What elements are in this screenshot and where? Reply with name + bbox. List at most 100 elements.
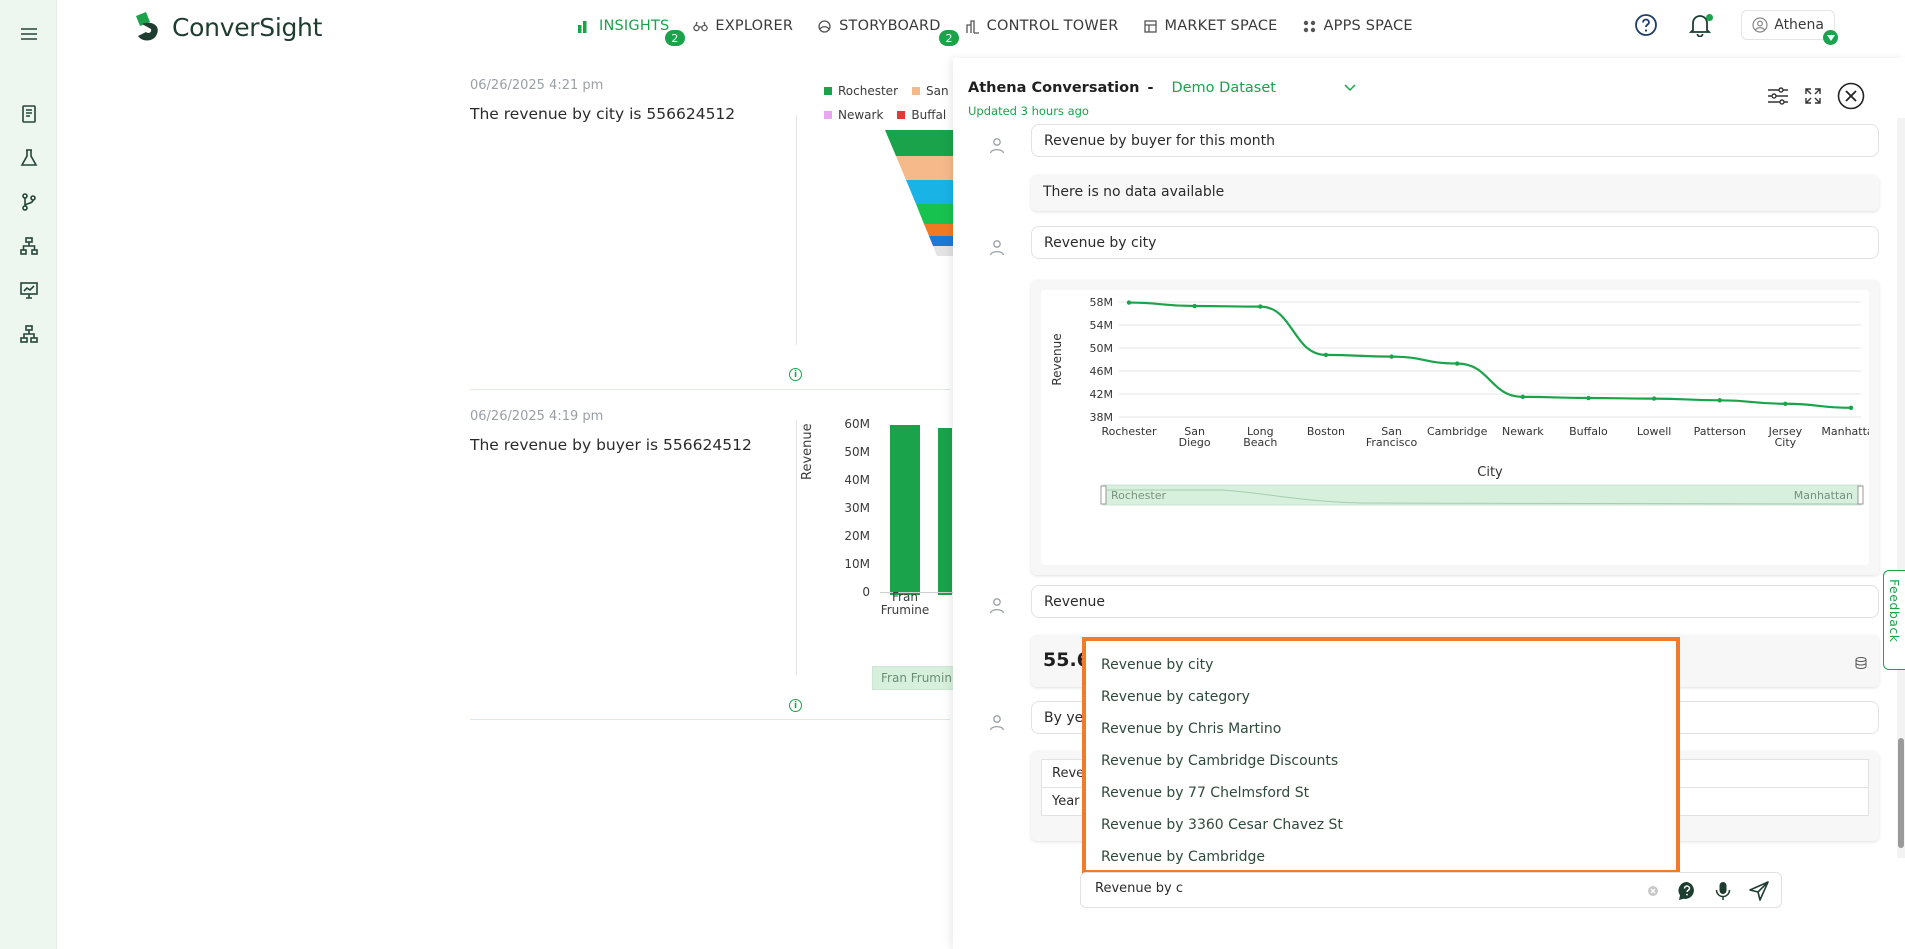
data-point[interactable] — [1454, 361, 1460, 366]
suggestion-item[interactable]: Revenue by city — [1086, 649, 1676, 681]
hierarchy-icon[interactable] — [18, 235, 40, 257]
legend-item[interactable]: Buffal — [897, 108, 946, 122]
report-icon[interactable] — [18, 103, 40, 125]
range-start-label: Rochester — [1111, 489, 1166, 502]
y-tick-label: 58M — [1090, 296, 1114, 309]
send-icon[interactable] — [1749, 881, 1769, 901]
funnel-segment[interactable] — [906, 180, 955, 204]
data-point[interactable] — [1192, 303, 1197, 309]
chevron-down-icon[interactable] — [1823, 30, 1838, 45]
data-point[interactable] — [1651, 396, 1657, 401]
buyer-bar-chart: Revenue 60M 50M 40M 30M 20M 10M 0 Fran F… — [800, 410, 1030, 630]
chevron-down-icon[interactable] — [1344, 84, 1356, 92]
user-name: Athena — [1774, 17, 1824, 33]
presentation-icon[interactable] — [18, 279, 40, 301]
x-tick-label: Manhattan — [1821, 425, 1869, 438]
logo[interactable]: ConverSight — [132, 12, 322, 42]
data-point[interactable] — [1323, 352, 1329, 358]
y-axis-ticks: 60M 50M 40M 30M 20M 10M 0 — [844, 417, 870, 599]
database-icon[interactable] — [1855, 657, 1867, 669]
y-axis-label: Revenue — [800, 423, 815, 480]
chart-range-scroller[interactable]: Fran Frumin — [872, 666, 954, 690]
data-point[interactable] — [1126, 300, 1132, 305]
nav-apps-space-label: APPS SPACE — [1323, 18, 1413, 34]
user-message[interactable]: Revenue — [1031, 585, 1879, 618]
data-point[interactable] — [1586, 395, 1591, 401]
data-point[interactable] — [1717, 398, 1722, 403]
funnel-segment[interactable] — [896, 156, 955, 180]
suggestion-item[interactable]: Revenue by 3360 Cesar Chavez St — [1086, 809, 1676, 841]
nav-market-space[interactable]: MARKET SPACE — [1143, 18, 1278, 34]
x-tick-label: San Francisco — [1366, 425, 1418, 449]
notification-dot — [1706, 14, 1714, 21]
nav-control-tower[interactable]: CONTROL TOWER — [965, 18, 1119, 34]
funnel-segment[interactable] — [929, 236, 955, 246]
user-message[interactable]: Revenue by buyer for this month — [1031, 124, 1879, 157]
suggestion-item[interactable]: Revenue by 77 Chelmsford St — [1086, 777, 1676, 809]
y-tick-label: 38M — [1090, 411, 1114, 424]
funnel-segment[interactable] — [885, 130, 955, 156]
funnel-segment[interactable] — [933, 246, 955, 256]
question-bubble-icon[interactable] — [1677, 881, 1697, 901]
legend-item[interactable]: Rochester — [824, 84, 898, 98]
network-icon[interactable] — [18, 323, 40, 345]
bar[interactable] — [890, 425, 920, 595]
info-icon[interactable]: i — [789, 699, 802, 712]
data-point[interactable] — [1258, 304, 1263, 309]
suggestion-item[interactable]: Revenue by Cambridge — [1086, 841, 1676, 873]
legend-item[interactable]: San — [912, 84, 949, 98]
chat-input[interactable] — [1095, 881, 1635, 896]
menu-icon[interactable] — [18, 23, 40, 45]
clear-icon[interactable] — [1647, 885, 1659, 897]
data-point[interactable] — [1520, 394, 1526, 400]
nav-insights[interactable]: INSIGHTS 2 — [577, 18, 685, 46]
user-message[interactable]: Revenue by city — [1031, 226, 1879, 259]
suggestion-item[interactable]: Revenue by Chris Martino — [1086, 713, 1676, 745]
microphone-icon[interactable] — [1715, 881, 1731, 901]
bar[interactable] — [938, 428, 952, 595]
expand-icon[interactable] — [1805, 88, 1821, 104]
panel-scrollbar[interactable] — [1897, 118, 1905, 858]
x-tick-label: Newark — [1502, 425, 1544, 438]
range-end-label: Manhattan — [1794, 489, 1853, 502]
info-icon[interactable]: i — [789, 368, 802, 381]
binoculars-icon — [693, 21, 709, 31]
scrollbar-thumb[interactable] — [1898, 738, 1904, 848]
feedback-tab[interactable]: Feedback — [1883, 570, 1905, 670]
user-avatar — [988, 713, 1006, 731]
legend-item[interactable]: Newark — [824, 108, 883, 122]
notifications-button[interactable] — [1687, 12, 1714, 38]
range-handle-right[interactable] — [1857, 485, 1864, 505]
nav-explorer[interactable]: EXPLORER — [693, 18, 793, 34]
funnel-chart — [885, 130, 955, 256]
suggestion-item[interactable]: Revenue by category — [1086, 681, 1676, 713]
help-button[interactable] — [1633, 12, 1659, 38]
user-menu[interactable]: Athena — [1741, 10, 1838, 45]
branch-icon[interactable] — [18, 191, 40, 213]
input-tools — [1647, 881, 1769, 901]
nav-market-space-label: MARKET SPACE — [1164, 18, 1278, 34]
close-icon[interactable] — [1837, 82, 1865, 110]
filter-settings-icon[interactable] — [1767, 87, 1789, 105]
market-icon — [1143, 19, 1157, 33]
series-line-revenue[interactable] — [1128, 301, 1852, 409]
left-sidebar — [0, 0, 57, 949]
nav-storyboard[interactable]: STORYBOARD 2 — [817, 18, 960, 46]
flask-icon[interactable] — [18, 147, 40, 169]
range-slider[interactable] — [1102, 484, 1862, 506]
data-point[interactable] — [1389, 354, 1394, 359]
suggestion-item[interactable]: Revenue by Cambridge Discounts — [1086, 745, 1676, 777]
main-nav: INSIGHTS 2 EXPLORER STORYBOARD 2 CONTROL… — [577, 18, 1437, 46]
range-handle-left[interactable] — [1100, 485, 1107, 505]
funnel-segment[interactable] — [916, 204, 955, 224]
funnel-segment[interactable] — [924, 224, 955, 236]
data-point[interactable] — [1848, 405, 1854, 410]
card-divider — [796, 420, 797, 675]
dataset-selector[interactable]: Demo Dataset — [1171, 80, 1275, 96]
data-point[interactable] — [1783, 401, 1788, 406]
nav-apps-space[interactable]: APPS SPACE — [1302, 18, 1413, 34]
funnel-legend: Rochester San Newark Buffal — [824, 84, 954, 122]
top-right-controls: Athena — [1633, 10, 1838, 45]
y-tick-label: 50M — [1090, 342, 1114, 355]
chat-input-bar — [1080, 872, 1782, 908]
